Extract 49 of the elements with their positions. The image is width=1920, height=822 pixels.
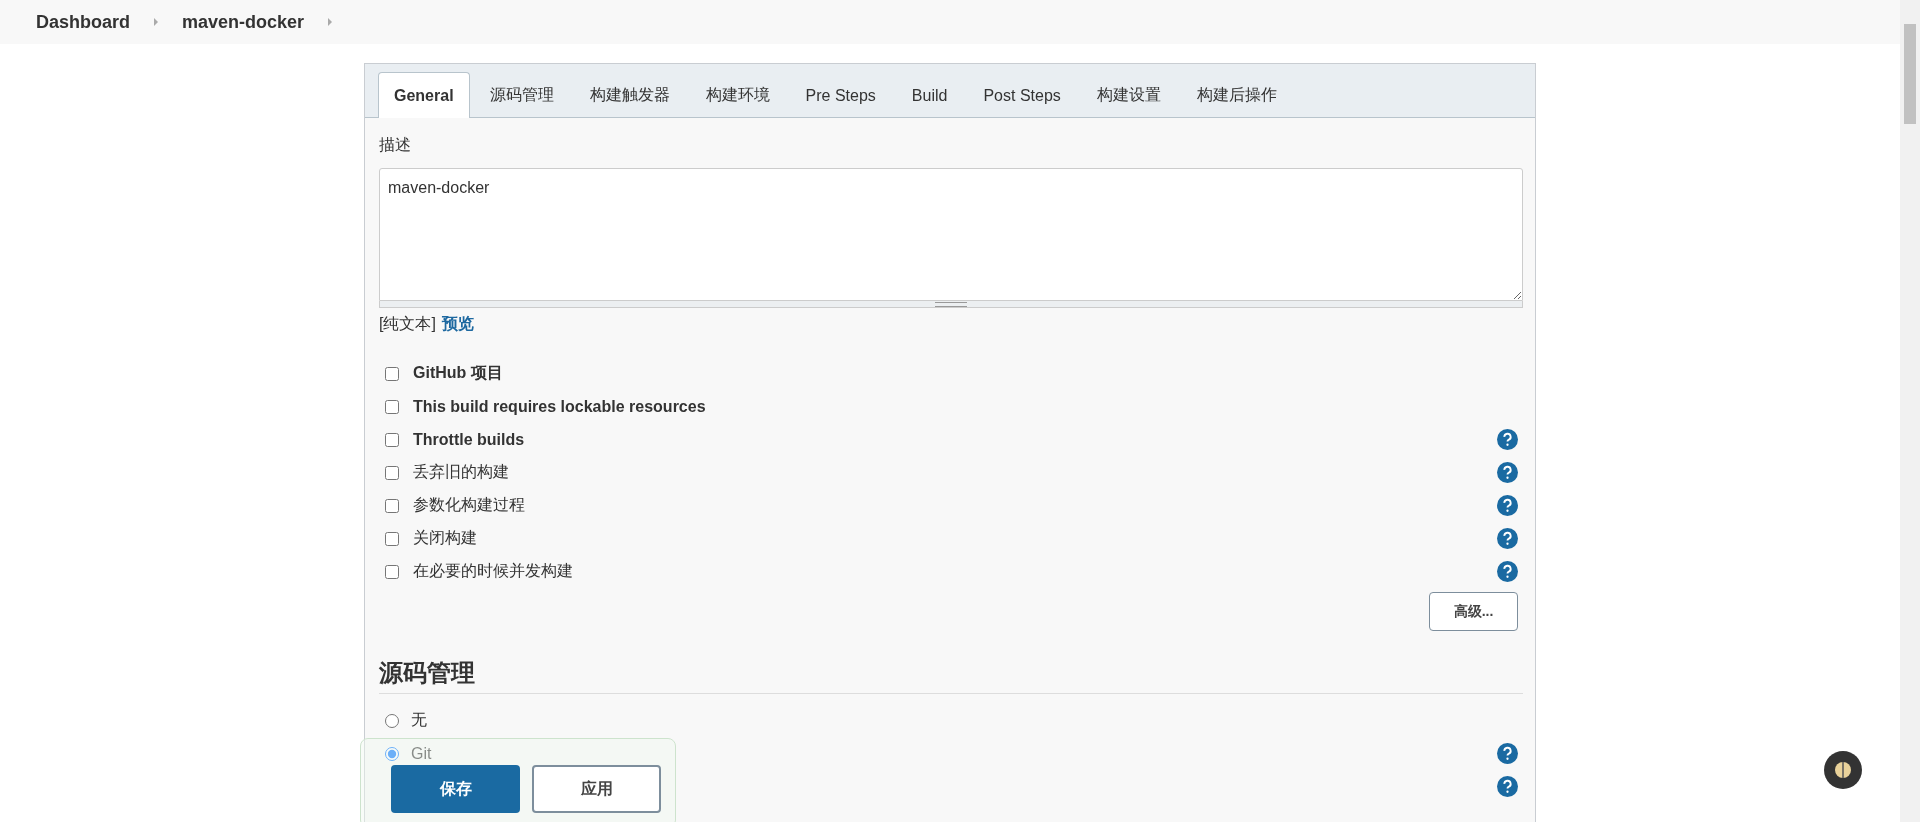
field-label: 描述 [379,135,412,155]
tab[interactable]: General [378,72,470,118]
option-label: 关闭构建 [413,528,477,548]
tab[interactable]: Build [895,72,964,118]
chevron-icon [326,17,335,27]
tab[interactable]: 构建触发器 [573,72,686,118]
radio-label: 无 [411,710,427,730]
option-label: This build requires lockable resources [413,397,706,416]
breadcrumb-link[interactable]: maven-docker [182,11,305,33]
preview-link[interactable]: 预览 [441,314,474,335]
save-button[interactable]: 保存 [391,765,520,813]
checkbox[interactable] [385,498,399,513]
section-heading: 源码管理 [379,657,1523,694]
description-field[interactable]: maven-docker [379,168,1523,301]
assistant-icon[interactable] [1824,751,1862,789]
format-label: [纯文本] [379,314,436,334]
option-label: Throttle builds [413,430,525,449]
option-label: 在必要的时候并发构建 [413,561,573,581]
checkbox[interactable] [385,399,399,414]
option-label: 参数化构建过程 [413,495,525,515]
resize-grip[interactable] [379,301,1523,308]
help-icon[interactable] [1497,561,1518,582]
tab[interactable]: 构建设置 [1080,72,1177,118]
help-icon[interactable] [1497,495,1518,516]
option-label: GitHub 项目 [413,363,503,383]
radio-button[interactable] [385,713,399,728]
radio-label: Git [411,744,432,763]
checkbox[interactable] [385,366,399,381]
breadcrumb-link[interactable]: Dashboard [36,11,131,33]
checkbox[interactable] [385,432,399,447]
tab[interactable]: Pre Steps [789,72,892,118]
advanced-button[interactable]: 高级... [1429,592,1518,631]
scrollbar[interactable] [1900,0,1920,822]
help-icon[interactable] [1497,429,1518,450]
radio-button[interactable] [385,746,399,761]
help-icon[interactable] [1497,776,1518,797]
tab[interactable]: 构建环境 [689,72,786,118]
apply-button[interactable]: 应用 [532,765,661,813]
tab[interactable]: Post Steps [967,72,1077,118]
checkbox[interactable] [385,531,399,546]
checkbox[interactable] [385,465,399,480]
tab[interactable]: 源码管理 [473,72,570,118]
help-icon[interactable] [1497,743,1518,764]
checkbox[interactable] [385,564,399,579]
chevron-icon [152,17,161,27]
tab[interactable]: 构建后操作 [1180,72,1293,118]
option-label: 丢弃旧的构建 [413,462,509,482]
help-icon[interactable] [1497,462,1518,483]
help-icon[interactable] [1497,528,1518,549]
